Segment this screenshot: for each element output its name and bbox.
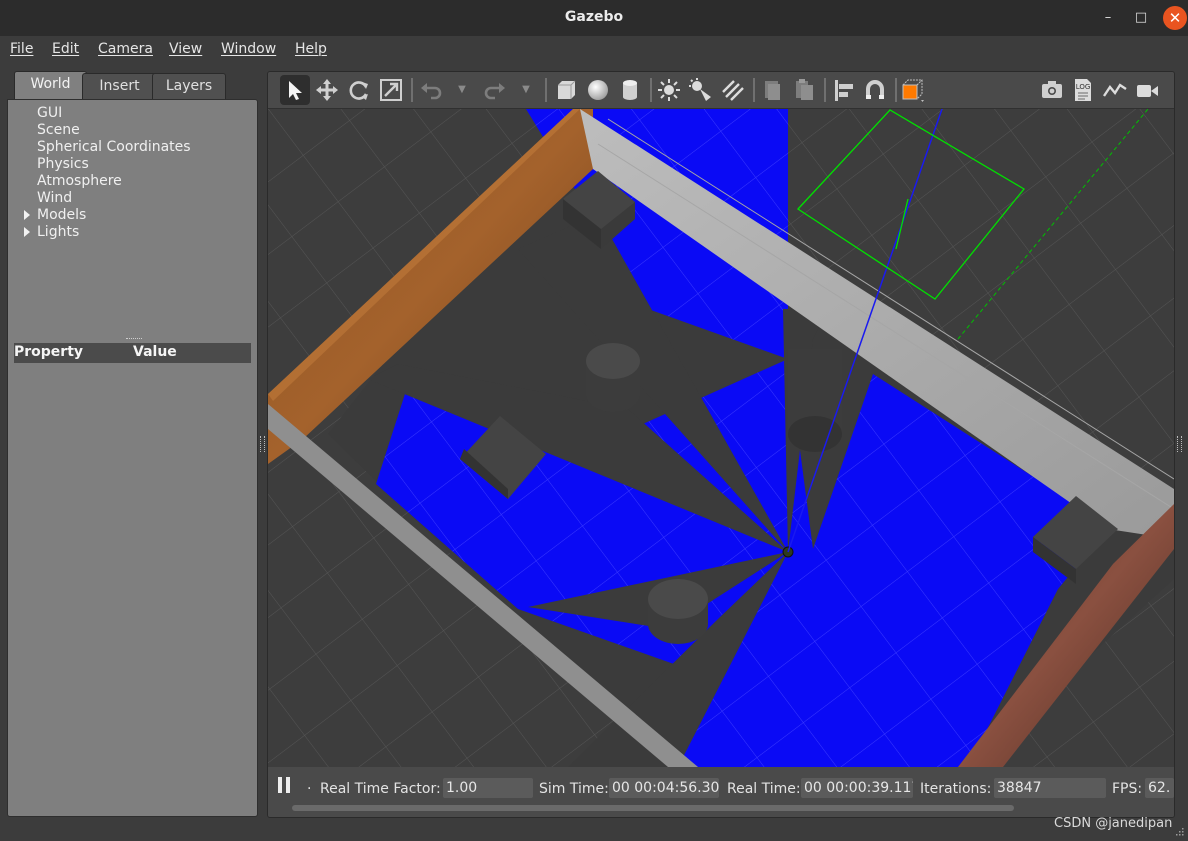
paste-icon[interactable] <box>789 75 819 105</box>
iterations-value: 38847 <box>994 778 1106 798</box>
toolbar-separator <box>545 78 547 102</box>
copy-icon[interactable] <box>757 75 787 105</box>
toolbar-separator <box>411 78 413 102</box>
rotate-icon[interactable] <box>344 75 374 105</box>
watermark: CSDN @janedipan <box>1054 816 1173 831</box>
world-tab-body: GUI Scene Spherical Coordinates Physics … <box>7 99 258 817</box>
real-time-value: 00 00:00:39.117 <box>801 778 913 798</box>
redo-icon[interactable] <box>480 75 510 105</box>
step-button[interactable]: . <box>307 777 311 793</box>
menu-window[interactable]: Window <box>221 41 276 57</box>
real-time-label: Real Time: <box>727 781 801 797</box>
menu-view[interactable]: View <box>169 41 202 57</box>
snap-icon[interactable] <box>860 75 890 105</box>
close-button[interactable]: ✕ <box>1163 6 1187 30</box>
property-column-header: Property <box>14 344 84 360</box>
menu-camera[interactable]: Camera <box>98 41 153 57</box>
align-icon[interactable] <box>828 75 858 105</box>
fps-label: FPS: <box>1112 781 1143 797</box>
tab-layers[interactable]: Layers <box>152 73 226 99</box>
menu-bar: File Edit Camera View Window Help <box>0 36 1188 64</box>
box-icon[interactable] <box>551 75 581 105</box>
tree-item-atmosphere[interactable]: Atmosphere <box>37 173 122 189</box>
cylinder-obstacle-1 <box>586 343 640 412</box>
sphere-icon[interactable] <box>583 75 613 105</box>
real-time-factor-value: 1.00 <box>443 778 533 798</box>
iterations-label: Iterations: <box>920 781 992 797</box>
undo-icon[interactable] <box>416 75 446 105</box>
right-panel-resize-handle[interactable] <box>1177 436 1182 452</box>
toolbar: ▼ ▼ LOG <box>268 72 1174 109</box>
select-arrow-icon[interactable] <box>280 75 310 105</box>
real-time-factor-label: Real Time Factor: <box>320 781 441 797</box>
directional-light-icon[interactable] <box>718 75 748 105</box>
point-light-icon[interactable] <box>654 75 684 105</box>
sim-time-label: Sim Time: <box>539 781 609 797</box>
tab-insert[interactable]: Insert <box>82 73 157 99</box>
scale-icon[interactable] <box>376 75 406 105</box>
title-bar: Gazebo – □ ✕ <box>0 0 1188 36</box>
3d-scene-view[interactable] <box>268 109 1174 767</box>
tree-item-scene[interactable]: Scene <box>37 122 80 138</box>
menu-help[interactable]: Help <box>295 41 327 57</box>
tree-item-physics[interactable]: Physics <box>37 156 89 172</box>
maximize-button[interactable]: □ <box>1129 6 1153 30</box>
toolbar-separator <box>650 78 652 102</box>
tree-item-lights[interactable]: Lights <box>37 224 79 240</box>
toolbar-separator <box>753 78 755 102</box>
left-panel-resize-handle[interactable] <box>260 436 265 452</box>
expand-lights-icon[interactable] <box>24 227 30 237</box>
log-icon-text: LOG <box>1076 83 1091 91</box>
redo-history-dropdown-icon[interactable]: ▼ <box>519 75 533 105</box>
tree-item-spherical-coordinates[interactable]: Spherical Coordinates <box>37 139 191 155</box>
tree-item-gui[interactable]: GUI <box>37 105 62 121</box>
sim-time-value: 00 00:04:56.306 <box>609 778 719 798</box>
cylinder-icon[interactable] <box>615 75 645 105</box>
cylinder-obstacle-2 <box>788 349 842 452</box>
value-column-header: Value <box>133 344 177 360</box>
record-video-icon[interactable] <box>1132 75 1162 105</box>
panel-splitter-handle[interactable] <box>126 338 142 341</box>
log-icon[interactable]: LOG <box>1068 75 1098 105</box>
screenshot-icon[interactable] <box>1037 75 1067 105</box>
cylinder-obstacle-3 <box>648 579 708 644</box>
status-bar: . Real Time Factor: 1.00 Sim Time: 00 00… <box>268 767 1174 817</box>
resize-grip-icon[interactable] <box>1174 826 1184 836</box>
expand-models-icon[interactable] <box>24 210 30 220</box>
minimize-button[interactable]: – <box>1096 6 1120 30</box>
translate-icon[interactable] <box>312 75 342 105</box>
menu-file[interactable]: File <box>10 41 33 57</box>
toolbar-separator <box>895 78 897 102</box>
pause-icon[interactable] <box>278 777 292 793</box>
horizontal-scrollbar[interactable] <box>292 805 1014 811</box>
property-table-header: Property Value <box>14 343 251 363</box>
toolbar-separator <box>824 78 826 102</box>
fps-value: 62. <box>1145 778 1174 798</box>
menu-edit[interactable]: Edit <box>52 41 79 57</box>
view-angle-icon[interactable] <box>899 75 929 105</box>
tab-world[interactable]: World <box>14 71 87 100</box>
window-title: Gazebo <box>564 9 624 25</box>
undo-history-dropdown-icon[interactable]: ▼ <box>455 75 469 105</box>
tree-item-models[interactable]: Models <box>37 207 86 223</box>
tree-item-wind[interactable]: Wind <box>37 190 72 206</box>
render-panel: ▼ ▼ LOG . Real Time Factor: 1.00 Sim Tim… <box>267 71 1175 818</box>
plot-icon[interactable] <box>1100 75 1130 105</box>
spot-light-icon[interactable] <box>686 75 716 105</box>
left-panel: World Insert Layers GUI Scene Spherical … <box>7 71 258 817</box>
